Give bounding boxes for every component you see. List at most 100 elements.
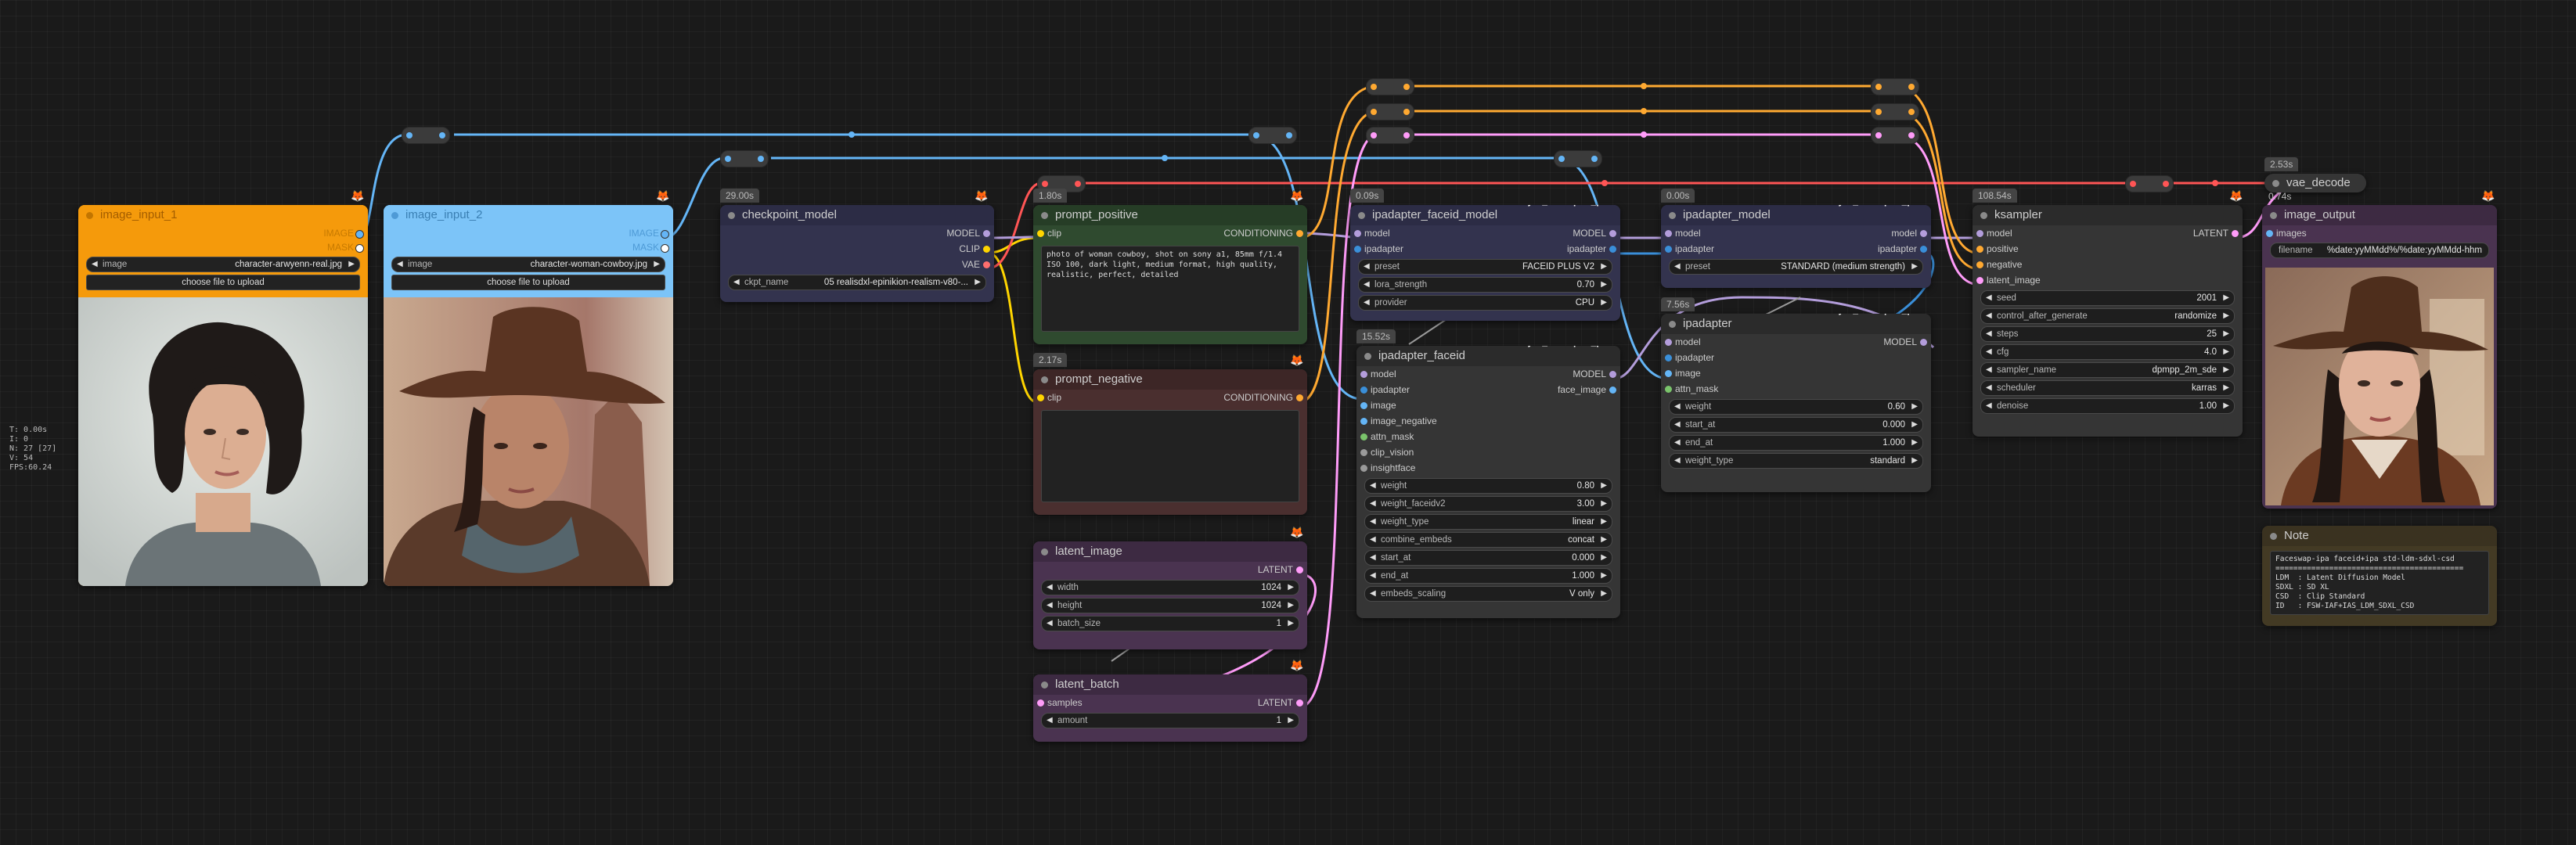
arrow-right-icon[interactable]: ▶ bbox=[1601, 569, 1607, 583]
start-at-input[interactable]: ◀ start_at 0.000 ▶ bbox=[1364, 550, 1612, 566]
arrow-left-icon[interactable]: ◀ bbox=[1986, 291, 1992, 305]
arrow-right-icon[interactable]: ▶ bbox=[2223, 399, 2229, 413]
collapse-dot[interactable] bbox=[1041, 376, 1048, 383]
node-header[interactable]: image_input_2 bbox=[384, 205, 673, 225]
input-model[interactable]: model MODEL bbox=[1356, 366, 1620, 382]
output-pin[interactable] bbox=[2232, 230, 2239, 237]
input-ipadapter[interactable]: ipadapter ipadapter bbox=[1350, 241, 1620, 257]
arrow-right-icon[interactable]: ▶ bbox=[1601, 497, 1607, 511]
node-header[interactable]: prompt_negative bbox=[1033, 369, 1307, 390]
upload-button[interactable]: choose file to upload bbox=[391, 275, 665, 290]
reroute-vae-b[interactable] bbox=[2125, 175, 2174, 192]
arrow-left-icon[interactable]: ◀ bbox=[1674, 260, 1681, 274]
node-header[interactable]: ksampler bbox=[1973, 205, 2243, 225]
input-pin[interactable] bbox=[1665, 370, 1672, 377]
node-header[interactable]: vae_decode bbox=[2264, 174, 2366, 192]
output-pin[interactable] bbox=[355, 230, 364, 239]
amount-input[interactable]: ◀ amount 1 ▶ bbox=[1041, 713, 1299, 728]
arrow-left-icon[interactable]: ◀ bbox=[1370, 551, 1376, 565]
upload-button[interactable]: choose file to upload bbox=[86, 275, 360, 290]
arrow-right-icon[interactable]: ▶ bbox=[348, 257, 355, 271]
sampler-name-select[interactable]: ◀ sampler_name dpmpp_2m_sde ▶ bbox=[1980, 362, 2235, 378]
arrow-right-icon[interactable]: ▶ bbox=[654, 257, 660, 271]
lora-strength-input[interactable]: ◀ lora_strength 0.70 ▶ bbox=[1358, 277, 1612, 293]
arrow-left-icon[interactable]: ◀ bbox=[1674, 454, 1681, 468]
arrow-left-icon[interactable]: ◀ bbox=[1986, 363, 1992, 377]
reroute-image-2[interactable] bbox=[720, 150, 769, 167]
batch-size-input[interactable]: ◀ batch_size 1 ▶ bbox=[1041, 616, 1299, 631]
input-pin[interactable] bbox=[1665, 386, 1672, 393]
output-pin[interactable] bbox=[983, 261, 990, 268]
input-pin[interactable] bbox=[1665, 354, 1672, 361]
node-header[interactable]: Note bbox=[2262, 526, 2497, 546]
weight-faceidv2-input[interactable]: ◀ weight_faceidv2 3.00 ▶ bbox=[1364, 496, 1612, 512]
arrow-right-icon[interactable]: ▶ bbox=[2223, 309, 2229, 323]
input-images[interactable]: images bbox=[2262, 225, 2497, 241]
arrow-right-icon[interactable]: ▶ bbox=[1911, 400, 1918, 414]
reroute-cond-pos[interactable] bbox=[1366, 78, 1414, 95]
collapse-dot[interactable] bbox=[391, 212, 398, 219]
input-clip[interactable]: clip CONDITIONING bbox=[1033, 390, 1307, 405]
reroute-latent-b[interactable] bbox=[1871, 127, 1919, 144]
output-pin[interactable] bbox=[1296, 699, 1303, 707]
arrow-right-icon[interactable]: ▶ bbox=[2223, 291, 2229, 305]
arrow-left-icon[interactable]: ◀ bbox=[1674, 418, 1681, 432]
collapse-dot[interactable] bbox=[1041, 212, 1048, 219]
collapse-dot[interactable] bbox=[86, 212, 93, 219]
node-header[interactable]: ipadapter_faceid_model ComfyUI_IPAdapter… bbox=[1350, 205, 1620, 225]
output-pin[interactable] bbox=[1296, 566, 1303, 574]
reroute-image-1[interactable] bbox=[402, 127, 450, 144]
reroute-cond-neg-b[interactable] bbox=[1871, 103, 1919, 120]
output-pin[interactable] bbox=[983, 246, 990, 253]
node-ipadapter-model[interactable]: ipadapter_model ComfyUI_IPAdapter_plus m… bbox=[1661, 205, 1931, 288]
image-select[interactable]: ◀ image character-woman-cowboy.jpg ▶ bbox=[391, 257, 665, 272]
input-pin[interactable] bbox=[1360, 433, 1367, 440]
input-pin[interactable] bbox=[1037, 230, 1044, 237]
arrow-left-icon[interactable]: ◀ bbox=[1986, 381, 1992, 395]
arrow-left-icon[interactable]: ◀ bbox=[1986, 399, 1992, 413]
collapse-dot[interactable] bbox=[728, 212, 735, 219]
input-pin[interactable] bbox=[1360, 371, 1367, 378]
node-image-input-2[interactable]: image_input_2 IMAGE MASK ◀ image character… bbox=[384, 205, 673, 586]
combine-embeds-select[interactable]: ◀ combine_embeds concat ▶ bbox=[1364, 532, 1612, 548]
collapse-dot[interactable] bbox=[1980, 212, 1987, 219]
input-attn-mask[interactable]: attn_mask bbox=[1661, 381, 1931, 397]
prompt-text[interactable] bbox=[1041, 410, 1299, 502]
output-latent[interactable]: LATENT bbox=[1033, 562, 1307, 577]
output-pin[interactable] bbox=[1609, 371, 1616, 378]
cfg-input[interactable]: ◀ cfg 4.0 ▶ bbox=[1980, 344, 2235, 360]
input-pin[interactable] bbox=[1360, 402, 1367, 409]
width-input[interactable]: ◀ width 1024 ▶ bbox=[1041, 580, 1299, 595]
output-pin[interactable] bbox=[661, 244, 669, 253]
arrow-right-icon[interactable]: ▶ bbox=[1601, 587, 1607, 601]
arrow-right-icon[interactable]: ▶ bbox=[1601, 551, 1607, 565]
input-pin[interactable] bbox=[1665, 230, 1672, 237]
node-ipadapter-faceid[interactable]: ipadapter_faceid ComfyUI_IPAdapter_plus … bbox=[1356, 346, 1620, 618]
output-clip[interactable]: CLIP bbox=[720, 241, 994, 257]
arrow-left-icon[interactable]: ◀ bbox=[1364, 260, 1370, 274]
input-pin[interactable] bbox=[1037, 394, 1044, 401]
input-pin[interactable] bbox=[1360, 387, 1367, 394]
output-pin[interactable] bbox=[661, 230, 669, 239]
image-select[interactable]: ◀ image character-arwyenn-real.jpg ▶ bbox=[86, 257, 360, 272]
input-pin[interactable] bbox=[1360, 465, 1367, 472]
input-insightface[interactable]: insightface bbox=[1356, 460, 1620, 476]
arrow-left-icon[interactable]: ◀ bbox=[1986, 345, 1992, 359]
arrow-right-icon[interactable]: ▶ bbox=[2223, 381, 2229, 395]
arrow-right-icon[interactable]: ▶ bbox=[1601, 296, 1607, 310]
end-at-input[interactable]: ◀ end_at 1.000 ▶ bbox=[1364, 568, 1612, 584]
input-model[interactable]: model MODEL bbox=[1350, 225, 1620, 241]
arrow-left-icon[interactable]: ◀ bbox=[92, 257, 98, 271]
provider-select[interactable]: ◀ provider CPU ▶ bbox=[1358, 295, 1612, 311]
input-positive[interactable]: positive bbox=[1973, 241, 2243, 257]
input-model[interactable]: model model bbox=[1661, 225, 1931, 241]
arrow-right-icon[interactable]: ▶ bbox=[1601, 260, 1607, 274]
arrow-left-icon[interactable]: ◀ bbox=[397, 257, 403, 271]
weight-input[interactable]: ◀ weight 0.60 ▶ bbox=[1669, 399, 1923, 415]
node-header[interactable]: ipadapter_faceid ComfyUI_IPAdapter_plus bbox=[1356, 346, 1620, 366]
node-ksampler[interactable]: ksampler model LATENT positive negative l… bbox=[1973, 205, 2243, 437]
arrow-left-icon[interactable]: ◀ bbox=[1370, 479, 1376, 493]
node-image-input-1[interactable]: image_input_1 IMAGE MASK ◀ image character… bbox=[78, 205, 368, 586]
arrow-left-icon[interactable]: ◀ bbox=[1364, 296, 1370, 310]
arrow-right-icon[interactable]: ▶ bbox=[1601, 278, 1607, 292]
